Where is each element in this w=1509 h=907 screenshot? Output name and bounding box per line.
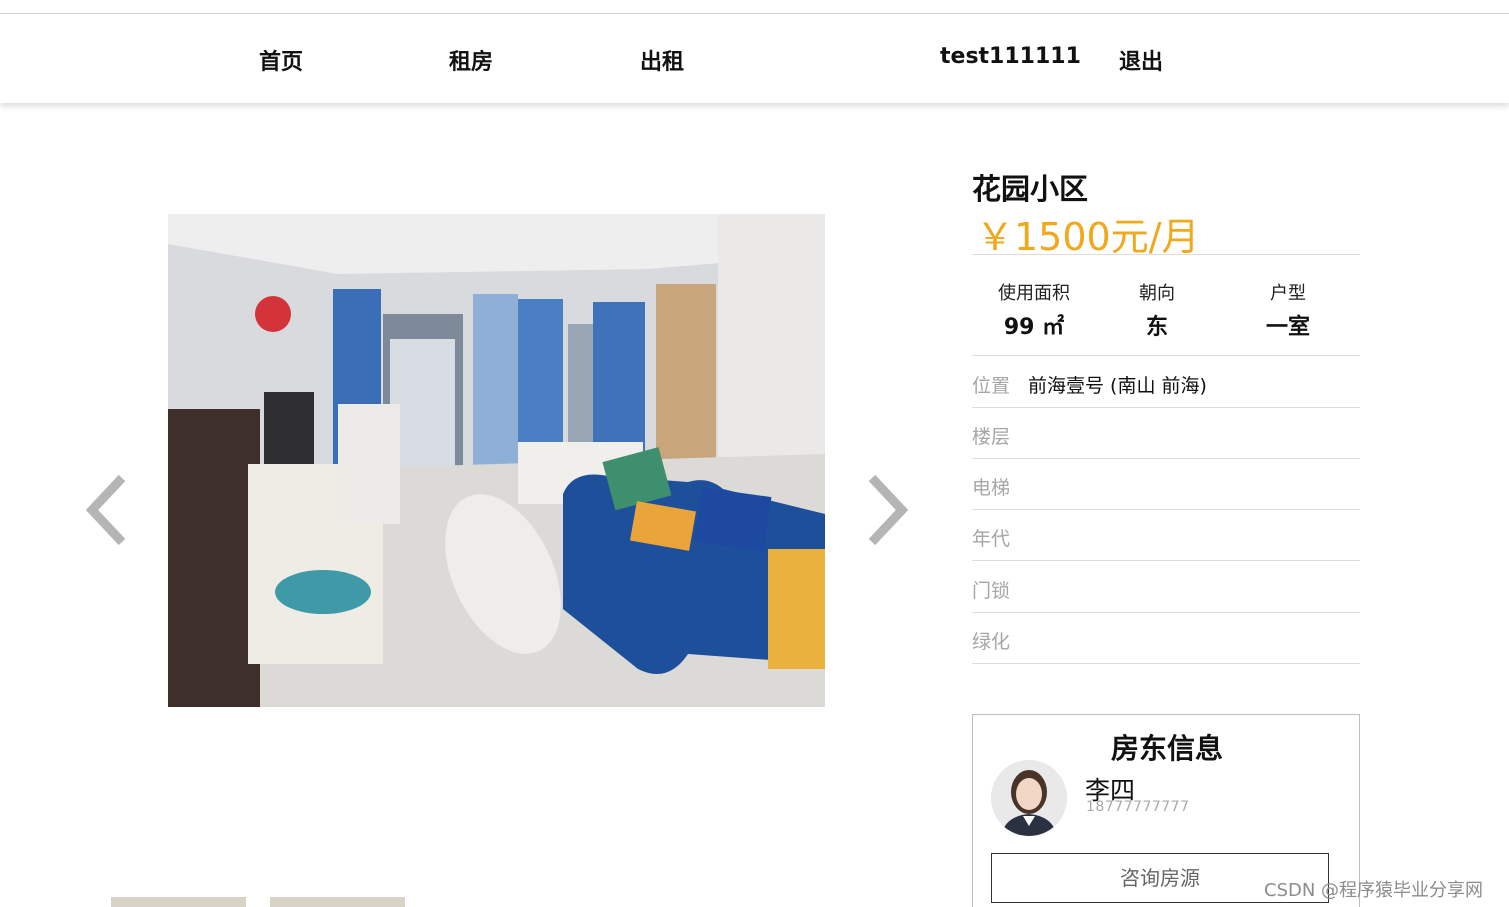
info-row-floor: 楼层 (972, 408, 1360, 459)
info-label: 门锁 (972, 580, 1011, 602)
info-label: 位置 (972, 375, 1011, 397)
main-room-photo (168, 214, 825, 707)
info-row-location: 位置 前海壹号 (南山 前海) (972, 357, 1360, 408)
thumbnail-1[interactable] (111, 897, 246, 907)
chevron-right-icon (868, 474, 909, 546)
nav-logout-link[interactable]: 退出 (1119, 44, 1163, 76)
info-label: 年代 (972, 528, 1011, 550)
nav-rent-link[interactable]: 租房 (449, 44, 493, 76)
nav-home-link[interactable]: 首页 (259, 44, 303, 76)
stat-area: 使用面积 99 ㎡ (969, 279, 1099, 341)
stat-orientation: 朝向 东 (1092, 279, 1222, 341)
nav-username-link[interactable]: test111111 (940, 44, 1081, 69)
info-row-lock: 门锁 (972, 562, 1360, 613)
nav-let-link[interactable]: 出租 (640, 44, 684, 76)
site-header: 首页 租房 出租 test111111 退出 (0, 14, 1509, 103)
listing-title: 花园小区 (972, 172, 1089, 206)
chevron-left-icon (85, 474, 126, 546)
listing-price: ￥1500元/月 (976, 215, 1200, 259)
avatar (991, 760, 1067, 836)
landlord-phone: 18777777777 (1086, 799, 1190, 815)
stat-value: 99 ㎡ (1003, 315, 1065, 340)
carousel-prev-button[interactable] (82, 470, 132, 550)
csdn-watermark: CSDN @程序猿毕业分享网 (1264, 880, 1484, 901)
stat-label: 使用面积 (998, 283, 1070, 304)
info-label: 楼层 (972, 426, 1011, 448)
stat-value: 一室 (1265, 315, 1310, 340)
info-row-elevator: 电梯 (972, 459, 1360, 510)
stat-layout: 户型 一室 (1223, 279, 1353, 341)
stat-label: 朝向 (1139, 283, 1175, 304)
divider (972, 355, 1360, 356)
thumbnail-2[interactable] (270, 897, 405, 907)
info-label: 电梯 (972, 477, 1011, 499)
info-row-year: 年代 (972, 510, 1360, 561)
browser-bookmark-strip (0, 0, 1509, 14)
info-row-greenery: 绿化 (972, 613, 1360, 664)
carousel-next-button[interactable] (862, 470, 912, 550)
stat-label: 户型 (1270, 283, 1306, 304)
divider (972, 254, 1360, 255)
info-label: 绿化 (972, 631, 1011, 653)
info-value: 前海壹号 (南山 前海) (1028, 375, 1207, 397)
stat-value: 东 (1145, 315, 1168, 340)
